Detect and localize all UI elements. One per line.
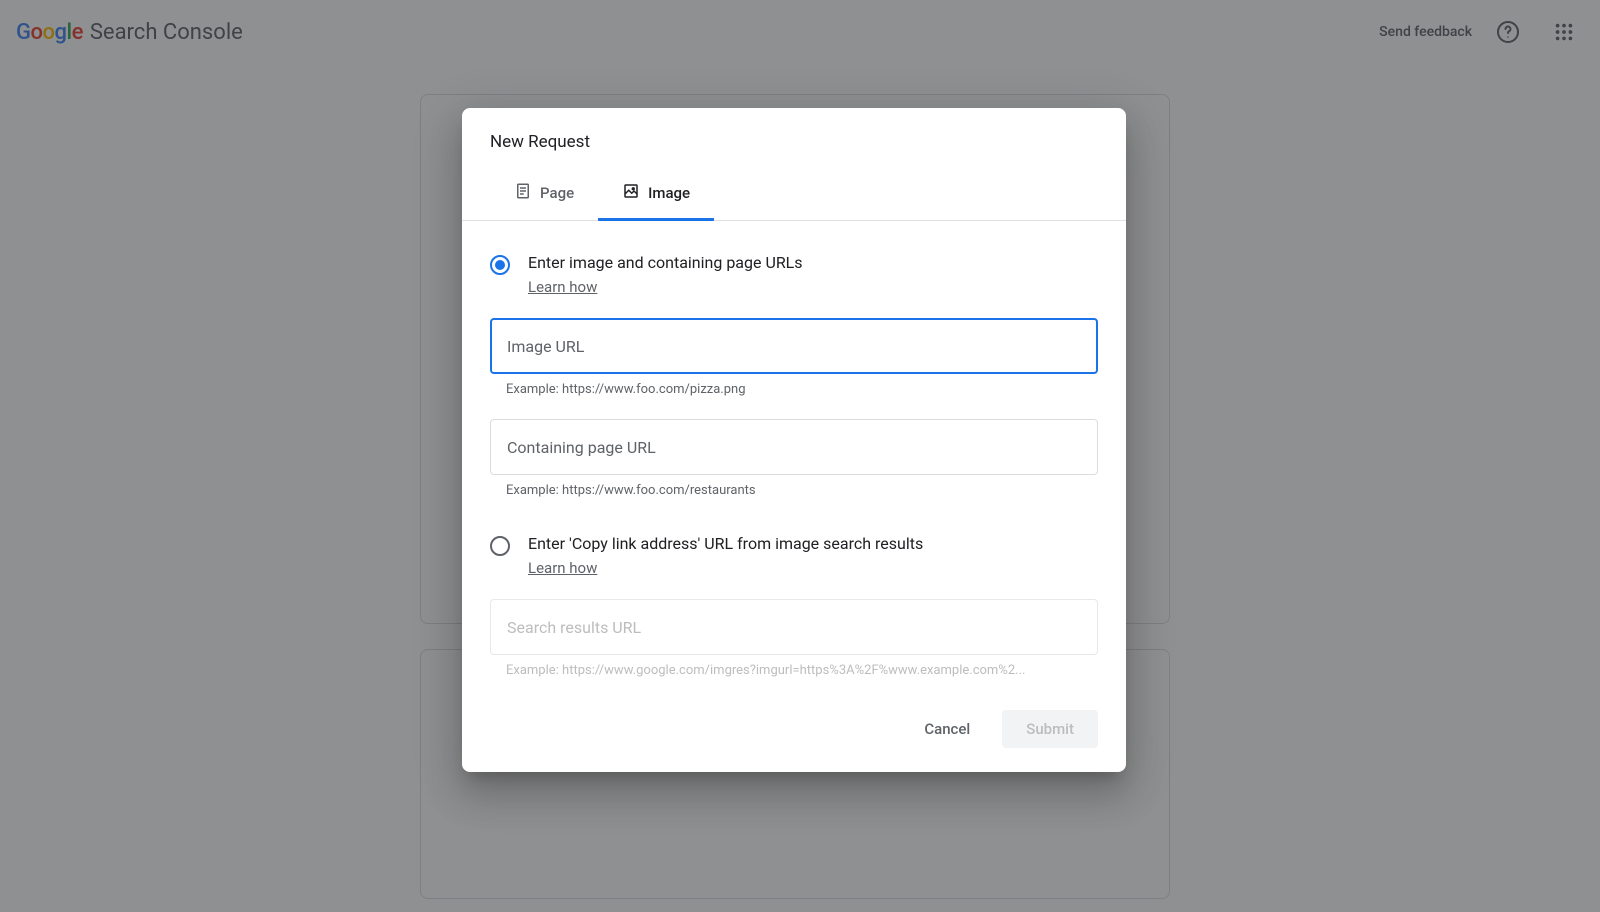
submit-button: Submit — [1002, 710, 1098, 748]
tab-image[interactable]: Image — [598, 168, 714, 221]
dialog-actions: Cancel Submit — [462, 694, 1126, 772]
search-url-example: Example: https://www.google.com/imgres?i… — [506, 663, 1098, 678]
tab-page-label: Page — [540, 184, 574, 202]
containing-page-url-input[interactable] — [490, 419, 1098, 475]
search-results-url-input — [490, 599, 1098, 655]
radio-option-image-urls[interactable]: Enter image and containing page URLs Lea… — [490, 253, 1098, 296]
image-url-field-group: Example: https://www.foo.com/pizza.png — [490, 318, 1098, 397]
option2-label: Enter 'Copy link address' URL from image… — [528, 534, 923, 553]
option2-learn-how-link[interactable]: Learn how — [528, 559, 597, 577]
radio-selected-icon — [490, 255, 510, 275]
page-url-example: Example: https://www.foo.com/restaurants — [506, 483, 1098, 498]
page-icon — [514, 182, 532, 204]
option1-label: Enter image and containing page URLs — [528, 253, 803, 272]
image-url-example: Example: https://www.foo.com/pizza.png — [506, 382, 1098, 397]
image-url-input[interactable] — [490, 318, 1098, 374]
image-icon — [622, 182, 640, 204]
dialog-tabs: Page Image — [462, 168, 1126, 221]
new-request-dialog: New Request Page Image — [462, 108, 1126, 772]
cancel-button[interactable]: Cancel — [900, 710, 994, 748]
radio-label-group-1: Enter image and containing page URLs Lea… — [528, 253, 803, 296]
dialog-body: Enter image and containing page URLs Lea… — [462, 221, 1126, 694]
option1-learn-how-link[interactable]: Learn how — [528, 278, 597, 296]
tab-image-label: Image — [648, 184, 690, 202]
search-url-field-group: Example: https://www.google.com/imgres?i… — [490, 599, 1098, 678]
tab-page[interactable]: Page — [490, 168, 598, 221]
radio-option-search-url[interactable]: Enter 'Copy link address' URL from image… — [490, 534, 1098, 577]
page-url-field-group: Example: https://www.foo.com/restaurants — [490, 419, 1098, 498]
radio-unselected-icon — [490, 536, 510, 556]
dialog-title: New Request — [462, 108, 1126, 168]
radio-label-group-2: Enter 'Copy link address' URL from image… — [528, 534, 923, 577]
